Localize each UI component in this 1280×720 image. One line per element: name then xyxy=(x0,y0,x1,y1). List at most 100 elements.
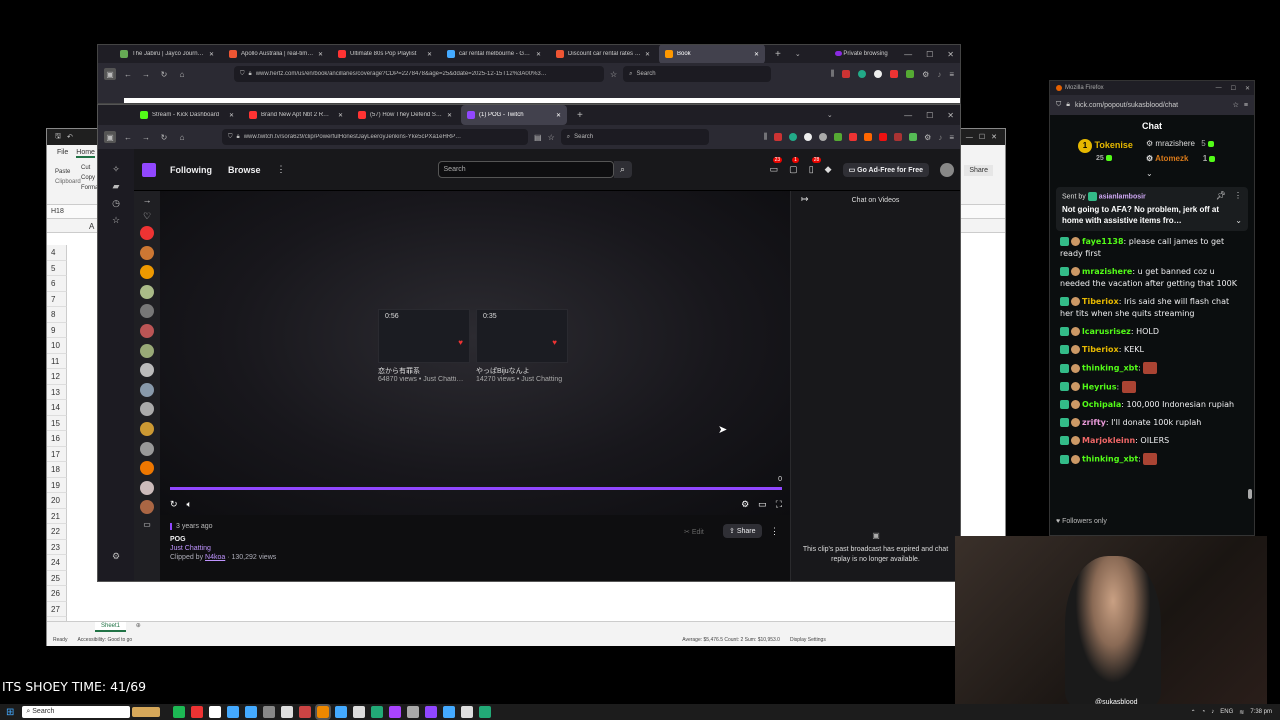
row-header[interactable]: 19 xyxy=(47,477,67,493)
row-header[interactable]: 8 xyxy=(47,307,67,323)
extension-icon[interactable] xyxy=(819,133,828,141)
sheet-tab[interactable]: Sheet1 xyxy=(95,622,127,632)
library-icon[interactable]: ⫼ xyxy=(830,69,834,79)
excel-minimize-icon[interactable]: — xyxy=(966,134,973,141)
extension-icon[interactable] xyxy=(906,70,915,78)
related-clip-card[interactable]: 0:56 ♥ 恋から有罪系 64870 views • Just Chatti… xyxy=(378,309,470,383)
tab-close-icon[interactable]: ✕ xyxy=(209,51,214,58)
kick-close-icon[interactable]: ✕ xyxy=(1245,85,1250,92)
tab-close-icon[interactable]: ✕ xyxy=(318,51,323,58)
taskbar-app-icon[interactable] xyxy=(227,706,240,718)
chat-username[interactable]: lcarusrisez xyxy=(1082,327,1131,336)
row-header[interactable]: 10 xyxy=(47,338,67,354)
extension-icon[interactable] xyxy=(804,133,813,141)
tab-list-chevron-icon[interactable]: ⌄ xyxy=(827,111,833,119)
taskbar-app-icon[interactable] xyxy=(315,704,332,720)
taskbar-app-icon[interactable] xyxy=(191,706,204,718)
video-progress-bar[interactable] xyxy=(170,487,782,490)
user-avatar[interactable] xyxy=(940,162,954,177)
maximize-icon[interactable]: ☐ xyxy=(926,111,933,120)
tab-close-icon[interactable]: ✕ xyxy=(338,112,343,119)
sidebar-history-icon[interactable]: ◷ xyxy=(98,195,134,212)
followed-channel-avatar[interactable] xyxy=(140,343,154,358)
row-header[interactable]: 24 xyxy=(47,555,67,571)
tab-close-icon[interactable]: ✕ xyxy=(427,51,432,58)
tab-list-chevron-icon[interactable]: ⌄ xyxy=(795,50,801,58)
twitch-search-input[interactable]: Search xyxy=(437,161,614,178)
back-icon[interactable]: ← xyxy=(122,131,134,143)
extension-icon[interactable] xyxy=(909,133,918,141)
excel-close-icon[interactable]: ✕ xyxy=(991,133,997,141)
row-header[interactable]: 6 xyxy=(47,276,67,292)
library-icon[interactable]: ⫼ xyxy=(763,132,767,142)
tab[interactable]: The Jabiru | Jayco Journey | V… ✕ xyxy=(114,45,220,63)
chat-username[interactable]: Ochipala xyxy=(1082,400,1121,409)
extension-icon[interactable] xyxy=(874,70,883,78)
taskbar-app-icon[interactable] xyxy=(371,706,384,718)
collapse-chat-icon[interactable]: ↦ xyxy=(801,194,809,205)
taskbar-app-icon[interactable] xyxy=(407,706,420,718)
sidebar-bookmarks-icon[interactable]: ▰ xyxy=(98,178,134,195)
extension-icon[interactable] xyxy=(894,133,903,141)
pinned-collapse-icon[interactable]: ⌄ xyxy=(1235,216,1242,225)
menu-icon[interactable]: ≡ xyxy=(1244,102,1248,109)
sidebar-ai-icon[interactable]: ✧ xyxy=(98,161,134,178)
leaderboard-third[interactable]: ⚙ Atomezk 1 xyxy=(1146,154,1217,163)
tray-language[interactable]: ENG xyxy=(1220,709,1233,715)
fullscreen-icon[interactable]: ⛶ xyxy=(776,499,782,510)
tab[interactable]: Apollo Australia | real-time ca… ✕ xyxy=(223,45,329,63)
taskbar-app-icon[interactable] xyxy=(173,706,186,718)
taskbar-app-icon[interactable] xyxy=(443,706,456,718)
leaderboard-second[interactable]: ⚙ mrazishere 5 xyxy=(1146,139,1216,148)
chat-message[interactable]: Tiberiox: Iris said she will flash chat … xyxy=(1050,293,1254,323)
sidebar-toggle-icon[interactable]: ▣ xyxy=(104,68,116,80)
outer-search-bar[interactable]: ⌕ Search xyxy=(623,66,772,82)
sidebar-synced-tabs-icon[interactable]: ☆ xyxy=(98,212,134,229)
taskbar-app-icon[interactable] xyxy=(425,706,438,718)
tray-network-icon[interactable]: ◔ xyxy=(1202,709,1206,715)
profile-icon[interactable]: ⚙ xyxy=(922,70,929,79)
chat-message[interactable]: Tiberiox: KEKL xyxy=(1050,341,1254,359)
chat-message[interactable]: faye1138: please call james to get ready… xyxy=(1050,233,1254,263)
row-header[interactable]: 20 xyxy=(47,493,67,509)
extension-icon[interactable] xyxy=(879,133,888,141)
clip-video-player[interactable]: 0:56 ♥ 恋から有罪系 64870 views • Just Chatti…… xyxy=(160,191,790,515)
status-accessibility[interactable]: Accessibility: Good to go xyxy=(77,637,132,643)
row-header[interactable]: 16 xyxy=(47,431,67,447)
chat-message[interactable]: Marjokleinn: OILERS xyxy=(1050,432,1254,450)
chat-message[interactable]: Ochipala: 100,000 Indonesian rupiah xyxy=(1050,396,1254,414)
inner-search-bar[interactable]: ⌕ Search xyxy=(560,129,709,145)
menu-icon[interactable]: ≡ xyxy=(949,70,954,79)
followed-channel-avatar[interactable] xyxy=(140,323,154,338)
chat-message[interactable]: lcarusrisez: HOLD xyxy=(1050,323,1254,341)
taskbar-app-icon[interactable] xyxy=(263,706,276,718)
chat-username[interactable]: Marjokleinn xyxy=(1082,436,1135,445)
home-icon[interactable]: ⌂ xyxy=(176,68,188,80)
ribbon-home-tab[interactable]: Home xyxy=(76,149,95,158)
tab-close-icon[interactable]: ✕ xyxy=(645,51,650,58)
search-highlight-icon[interactable] xyxy=(132,707,161,717)
row-header[interactable]: 25 xyxy=(47,570,67,586)
taskbar-app-icon[interactable] xyxy=(353,706,366,718)
followed-channel-avatar[interactable] xyxy=(140,382,154,397)
extension-icon[interactable] xyxy=(858,70,867,78)
chat-username[interactable]: zrifty xyxy=(1082,418,1106,427)
tab-close-icon[interactable]: ✕ xyxy=(536,51,541,58)
chat-username[interactable]: Tiberiox xyxy=(1082,297,1119,306)
volume-icon[interactable]: ♪ xyxy=(938,133,942,142)
tray-overflow-icon[interactable]: ⌃ xyxy=(1191,709,1196,716)
extension-icon[interactable] xyxy=(864,133,873,141)
tab-close-icon[interactable]: ✕ xyxy=(229,112,234,119)
following-link[interactable]: Following xyxy=(170,165,212,175)
chat-scroll-thumb[interactable] xyxy=(1248,489,1252,499)
add-sheet-icon[interactable]: ⊕ xyxy=(136,623,141,629)
chat-username[interactable]: thinking_xbt xyxy=(1082,364,1138,373)
name-box[interactable]: H18 xyxy=(51,208,64,215)
taskbar-app-icon[interactable] xyxy=(209,706,222,718)
ribbon-share-button[interactable]: Share xyxy=(964,165,993,176)
row-header[interactable]: 13 xyxy=(47,384,67,400)
more-options-icon[interactable]: ⋮ xyxy=(770,526,779,537)
row-header[interactable]: 27 xyxy=(47,601,67,617)
tray-clock[interactable]: 7:38 pm xyxy=(1250,709,1272,715)
clipper-link[interactable]: N4koa xyxy=(205,554,225,561)
